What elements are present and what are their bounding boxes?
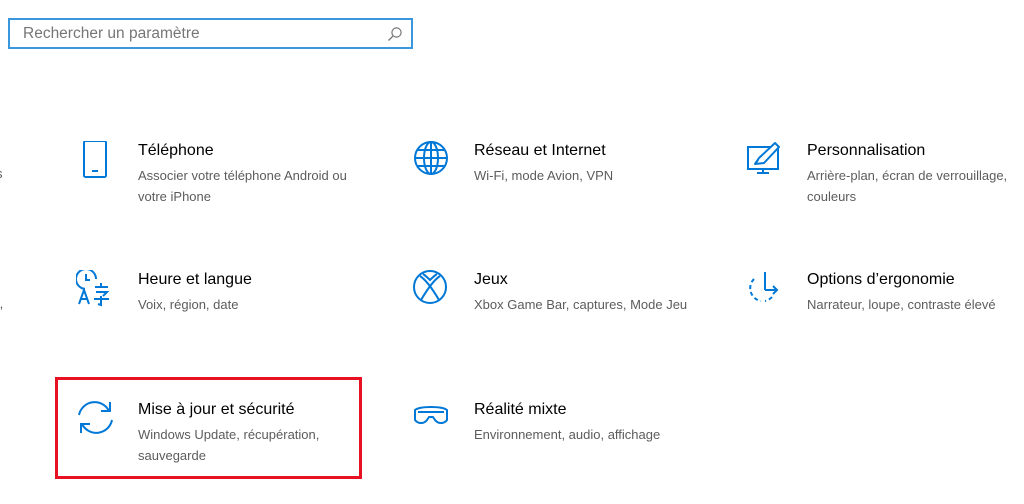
tile-description: Voix, région, date [138,297,239,312]
tile-title: Jeux [474,271,508,288]
tile-description: Windows Update, récupération, sauvegarde [138,427,320,463]
tile-title: Heure et langue [138,271,252,288]
search-box[interactable] [8,18,413,49]
update-sync-icon [78,401,113,434]
tile-description: Narrateur, loupe, contraste élevé [807,297,996,312]
tile-description: Associer votre téléphone Android ou votr… [138,168,347,204]
mixed-reality-headset-icon [414,406,448,424]
tile-title: Mise à jour et sécurité [138,401,295,418]
tile-description: Arrière-plan, écran de verrouillage, cou… [807,168,1008,204]
clipped-tile-text: s [0,166,3,181]
tile-description: Xbox Game Bar, captures, Mode Jeu [474,297,688,312]
personalization-icon [747,142,780,174]
clipped-tile-text: t, [0,296,3,311]
tile-title: Personnalisation [807,142,926,159]
tile-mixed-reality[interactable]: Réalité mixte Environnement, audio, affi… [412,400,712,486]
ease-of-access-icon [749,272,779,302]
tile-description: Environnement, audio, affichage [474,427,661,442]
tile-personalization[interactable]: Personnalisation Arrière-plan, écran de … [745,141,1024,227]
tile-gaming[interactable]: Jeux Xbox Game Bar, captures, Mode Jeu [412,270,712,356]
tile-network[interactable]: Réseau et Internet Wi-Fi, mode Avion, VP… [412,141,712,227]
tile-time-language[interactable]: Heure et langue Voix, région, date [76,270,376,356]
settings-home: s t, Téléphone Associer votre téléphone … [0,0,1024,504]
tile-title: Options d’ergonomie [807,271,955,288]
tile-title: Réalité mixte [474,401,567,418]
tile-title: Téléphone [138,142,214,159]
tile-update-security[interactable]: Mise à jour et sécurité Windows Update, … [76,400,376,486]
tile-phone[interactable]: Téléphone Associer votre téléphone Andro… [76,141,376,227]
phone-icon [83,141,107,178]
search-icon[interactable] [387,26,403,42]
xbox-icon [413,270,447,304]
tile-description: Wi-Fi, mode Avion, VPN [474,168,614,183]
time-language-icon [76,270,110,307]
tile-ease-of-access[interactable]: Options d’ergonomie Narrateur, loupe, co… [745,270,1024,356]
tile-title: Réseau et Internet [474,142,606,159]
search-input[interactable] [10,20,393,47]
globe-icon [414,141,448,175]
